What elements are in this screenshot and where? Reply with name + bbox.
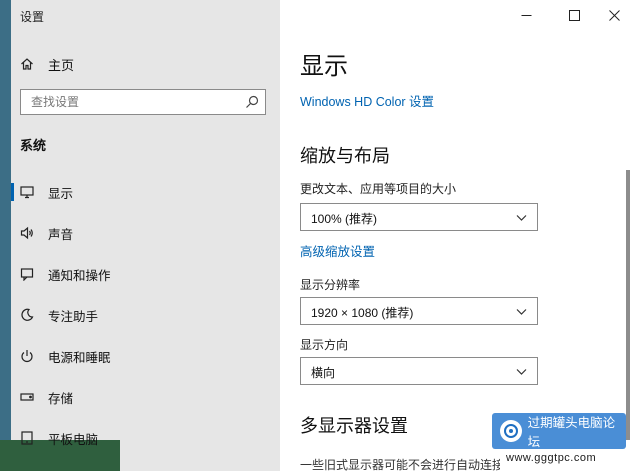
sidebar: 设置 主页 系统 显示 声音 通知和操作 专注助手 xyxy=(0,0,280,471)
moon-icon xyxy=(21,308,34,321)
orientation-label: 显示方向 xyxy=(300,338,349,352)
orientation-dropdown[interactable]: 横向 xyxy=(300,357,538,385)
scrollbar[interactable] xyxy=(626,170,630,440)
sidebar-item-notifications[interactable]: 通知和操作 xyxy=(0,257,280,291)
speaker-icon xyxy=(20,226,33,240)
chevron-down-icon xyxy=(516,369,527,375)
multi-display-description: 一些旧式显示器可能不会进行自动连接 xyxy=(300,458,500,471)
tablet-icon xyxy=(21,431,33,445)
search-input[interactable] xyxy=(21,90,251,114)
page-title: 显示 xyxy=(300,53,348,80)
home-nav-item[interactable]: 主页 xyxy=(20,54,74,74)
scale-dropdown[interactable]: 100% (推荐) xyxy=(300,203,538,231)
home-icon xyxy=(21,58,33,70)
power-icon xyxy=(21,350,33,363)
hd-color-settings-link[interactable]: Windows HD Color 设置 xyxy=(300,91,434,110)
minimize-button[interactable] xyxy=(516,6,536,24)
orientation-value: 横向 xyxy=(311,366,336,380)
monitor-icon xyxy=(20,186,34,199)
watermark-logo-icon xyxy=(500,420,522,442)
sidebar-item-tablet[interactable]: 平板电脑 xyxy=(0,421,280,455)
close-icon xyxy=(608,9,620,21)
chevron-down-icon xyxy=(516,215,527,221)
close-button[interactable] xyxy=(604,6,624,24)
active-marker xyxy=(11,183,14,201)
sidebar-item-label: 平板电脑 xyxy=(48,432,99,447)
sidebar-item-label: 显示 xyxy=(48,186,74,201)
scale-layout-heading: 缩放与布局 xyxy=(300,146,390,166)
home-label: 主页 xyxy=(48,57,75,73)
scale-value: 100% (推荐) xyxy=(311,212,378,226)
search-box[interactable] xyxy=(20,89,266,115)
multi-display-heading: 多显示器设置 xyxy=(300,416,408,436)
minimize-icon xyxy=(521,14,531,16)
search-icon[interactable] xyxy=(245,95,259,109)
resolution-dropdown[interactable]: 1920 × 1080 (推荐) xyxy=(300,297,538,325)
sidebar-item-label: 存储 xyxy=(48,391,74,406)
watermark-text: 过期罐头电脑论坛 xyxy=(527,416,616,449)
sidebar-item-label: 通知和操作 xyxy=(48,268,111,283)
storage-icon xyxy=(20,393,34,401)
notification-icon xyxy=(20,268,34,281)
watermark-url: www.gggtpc.com xyxy=(506,452,597,464)
sidebar-item-power-sleep[interactable]: 电源和睡眠 xyxy=(0,339,280,373)
section-title: 系统 xyxy=(20,138,47,153)
scale-label: 更改文本、应用等项目的大小 xyxy=(300,182,457,196)
sidebar-item-display[interactable]: 显示 xyxy=(0,175,280,209)
window-title: 设置 xyxy=(20,10,45,24)
sidebar-item-sound[interactable]: 声音 xyxy=(0,216,280,250)
watermark-badge: 过期罐头电脑论坛 xyxy=(492,413,626,449)
sidebar-item-label: 电源和睡眠 xyxy=(48,350,111,365)
maximize-button[interactable] xyxy=(564,6,584,24)
advanced-scaling-link[interactable]: 高级缩放设置 xyxy=(300,241,375,260)
resolution-value: 1920 × 1080 (推荐) xyxy=(311,306,414,320)
maximize-icon xyxy=(568,9,580,21)
sidebar-item-storage[interactable]: 存储 xyxy=(0,380,280,414)
chevron-down-icon xyxy=(516,309,527,315)
sidebar-item-label: 专注助手 xyxy=(48,309,99,324)
resolution-label: 显示分辨率 xyxy=(300,278,361,292)
sidebar-item-focus-assist[interactable]: 专注助手 xyxy=(0,298,280,332)
sidebar-item-label: 声音 xyxy=(48,227,74,242)
